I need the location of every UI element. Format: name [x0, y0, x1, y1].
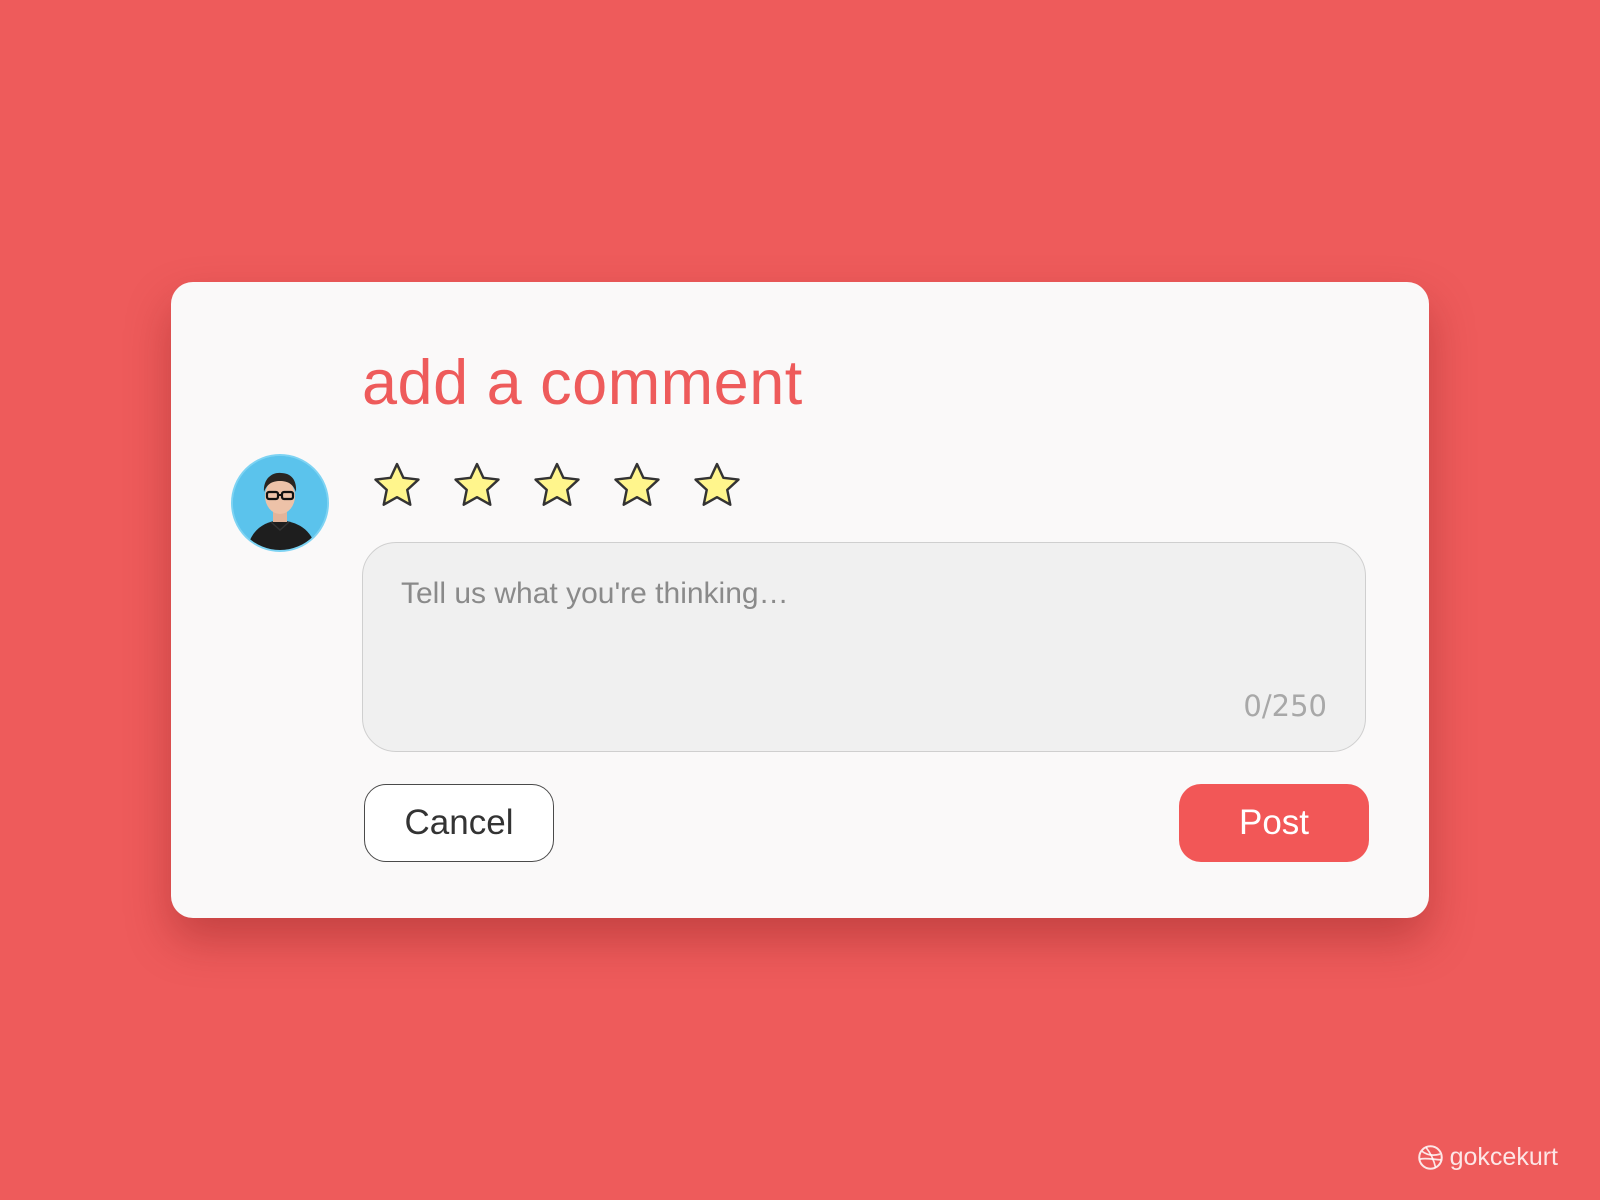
user-portrait-icon: [233, 456, 327, 550]
star-icon[interactable]: [449, 458, 505, 514]
star-icon[interactable]: [689, 458, 745, 514]
character-counter: 0/250: [1243, 689, 1327, 723]
post-button[interactable]: Post: [1179, 784, 1369, 862]
watermark-text: gokcekurt: [1449, 1143, 1558, 1171]
avatar: [231, 454, 329, 552]
star-icon[interactable]: [529, 458, 585, 514]
cancel-button[interactable]: Cancel: [364, 784, 554, 862]
comment-card: add a comment 0/250 Cancel Post: [171, 282, 1429, 918]
dribbble-icon: [1417, 1145, 1443, 1170]
form-title: add a comment: [362, 348, 803, 418]
star-rating[interactable]: [369, 458, 745, 514]
star-icon[interactable]: [609, 458, 665, 514]
star-icon[interactable]: [369, 458, 425, 514]
watermark: gokcekurt: [1417, 1143, 1558, 1172]
comment-box: 0/250: [362, 542, 1366, 752]
comment-input[interactable]: [363, 543, 1365, 751]
